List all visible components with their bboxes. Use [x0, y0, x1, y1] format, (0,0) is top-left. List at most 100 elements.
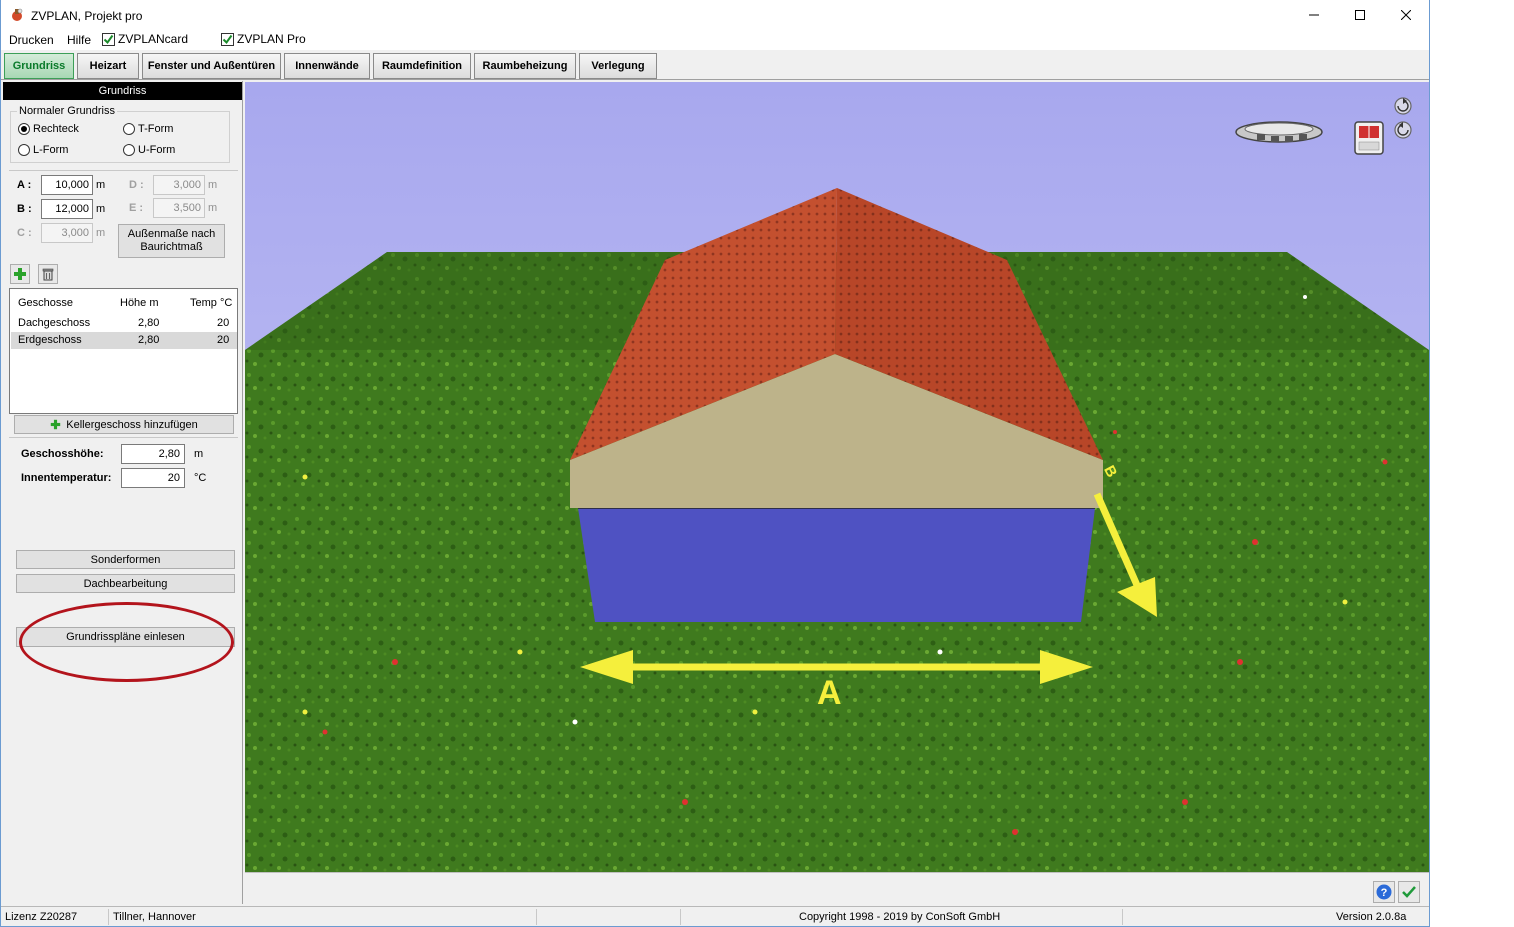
shape-rechteck[interactable]: Rechteck: [18, 123, 79, 135]
column-header-temp[interactable]: Temp °C: [190, 297, 232, 309]
add-basement-label: Kellergeschoss hinzufügen: [66, 418, 198, 431]
radio-u-form[interactable]: [123, 144, 135, 156]
radio-rechteck[interactable]: [18, 123, 30, 135]
shape-group: Normaler Grundriss Rechteck T-Form L-For…: [10, 105, 230, 163]
help-button[interactable]: ?: [1373, 881, 1395, 903]
floor-height: 2,80: [138, 317, 160, 329]
menu-drucken[interactable]: Drucken: [9, 33, 54, 47]
close-button[interactable]: [1383, 0, 1429, 30]
outer-dims-label-2: Baurichtmaß: [140, 241, 203, 253]
dimension-label-a: A: [817, 674, 842, 712]
tab-innenwaende[interactable]: Innenwände: [284, 53, 370, 79]
shape-l-form[interactable]: L-Form: [18, 144, 68, 156]
maximize-icon: [1355, 10, 1365, 20]
zvplancard-label: ZVPLANcard: [118, 32, 189, 46]
tab-grundriss[interactable]: Grundriss: [4, 53, 74, 79]
radio-t-form[interactable]: [123, 123, 135, 135]
rotate-ring-control[interactable]: [1235, 121, 1323, 143]
floor-height-label: Geschosshöhe:: [21, 448, 104, 460]
special-forms-button[interactable]: Sonderformen: [16, 550, 235, 569]
tab-raumdefinition[interactable]: Raumdefinition: [373, 53, 471, 79]
title-bar: ZVPLAN, Projekt pro: [1, 0, 1429, 30]
view-cube-control[interactable]: [1354, 121, 1384, 155]
dim-d-input: [153, 175, 205, 195]
ok-button[interactable]: [1398, 881, 1420, 903]
roof-edit-button[interactable]: Dachbearbeitung: [16, 574, 235, 593]
rotate-ccw-icon[interactable]: [1394, 121, 1412, 139]
divider: [9, 170, 238, 171]
status-separator: [680, 909, 681, 925]
zvplan-pro-label: ZVPLAN Pro: [237, 32, 306, 46]
zvplancard-toggle[interactable]: ZVPLANcard: [102, 32, 188, 46]
table-row[interactable]: Dachgeschoss 2,80 20: [11, 315, 237, 332]
help-icon: ?: [1376, 884, 1392, 900]
radio-l-form[interactable]: [18, 144, 30, 156]
panel-header: Grundriss: [3, 82, 242, 100]
dim-b-label: B :: [17, 203, 32, 215]
divider: [9, 437, 238, 438]
table-row[interactable]: Erdgeschoss 2,80 20: [11, 332, 237, 349]
add-basement-button[interactable]: Kellergeschoss hinzufügen: [14, 415, 234, 434]
shape-u-form[interactable]: U-Form: [123, 144, 175, 156]
plus-icon: [51, 419, 61, 430]
tab-heizart[interactable]: Heizart: [77, 53, 139, 79]
zvplancard-checkbox[interactable]: [102, 32, 115, 46]
floor-height-unit: m: [194, 448, 204, 460]
svg-text:?: ?: [1381, 887, 1388, 899]
outer-dims-button[interactable]: Außenmaße nach Baurichtmaß: [118, 224, 225, 258]
dim-d-unit: m: [208, 179, 218, 191]
bottom-strip: ?: [245, 872, 1429, 905]
tab-raumbeheizung[interactable]: Raumbeheizung: [474, 53, 576, 79]
delete-floor-button[interactable]: [38, 264, 58, 284]
trash-icon: [42, 268, 54, 281]
minimize-icon: [1309, 14, 1319, 16]
dim-b-input[interactable]: [41, 199, 93, 219]
3d-viewport[interactable]: A B: [245, 82, 1429, 872]
dim-c-unit: m: [96, 227, 106, 239]
dim-e-label: E :: [129, 202, 144, 214]
inner-temp-input[interactable]: [121, 468, 185, 488]
version-status: Version 2.0.8a: [1336, 911, 1407, 923]
status-separator: [108, 909, 109, 925]
dim-a-unit: m: [96, 179, 106, 191]
highlight-ellipse: [19, 602, 234, 682]
grundriss-panel: Grundriss Normaler Grundriss Rechteck T-…: [2, 81, 243, 904]
license-status: Lizenz Z20287: [5, 911, 78, 923]
maximize-button[interactable]: [1337, 0, 1383, 30]
dim-c-label: C :: [17, 227, 32, 239]
floor-temp: 20: [217, 317, 230, 329]
shape-rechteck-label: Rechteck: [33, 123, 79, 135]
plus-icon: [14, 268, 26, 280]
floor-name: Erdgeschoss: [18, 334, 82, 346]
app-window: ZVPLAN, Projekt pro Drucken Hilfe ZVPLAN…: [0, 0, 1430, 927]
dim-a-input[interactable]: [41, 175, 93, 195]
shape-group-label: Normaler Grundriss: [17, 105, 117, 117]
dim-b-unit: m: [96, 203, 106, 215]
add-floor-button[interactable]: [10, 264, 30, 284]
floor-height: 2,80: [138, 334, 160, 346]
window-title: ZVPLAN, Projekt pro: [31, 9, 143, 23]
floor-height-input[interactable]: [121, 444, 185, 464]
dim-d-label: D :: [129, 179, 144, 191]
menu-hilfe[interactable]: Hilfe: [67, 33, 91, 47]
zvplan-pro-checkbox[interactable]: [221, 32, 234, 46]
column-header-geschosse[interactable]: Geschosse: [18, 297, 73, 309]
zvplan-pro-toggle[interactable]: ZVPLAN Pro: [221, 32, 306, 46]
rotate-cw-icon[interactable]: [1394, 97, 1412, 115]
status-separator: [536, 909, 537, 925]
tab-bar: Grundriss Heizart Fenster und Außentüren…: [1, 51, 1429, 80]
floor-temp: 20: [217, 334, 230, 346]
shape-u-form-label: U-Form: [138, 144, 176, 156]
dim-a-label: A :: [17, 179, 32, 191]
dim-e-unit: m: [208, 202, 218, 214]
shape-t-form-label: T-Form: [138, 123, 174, 135]
outer-dims-label-1: Außenmaße nach: [127, 228, 216, 240]
tab-verlegung[interactable]: Verlegung: [579, 53, 657, 79]
shape-t-form[interactable]: T-Form: [123, 123, 173, 135]
app-logo-icon: [12, 8, 23, 21]
column-header-hoehe[interactable]: Höhe m: [120, 297, 159, 309]
minimize-button[interactable]: [1291, 0, 1337, 30]
tab-fenster-aussentueren[interactable]: Fenster und Außentüren: [142, 53, 281, 79]
copyright-status: Copyright 1998 - 2019 by ConSoft GmbH: [799, 911, 1001, 923]
inner-temp-label: Innentemperatur:: [21, 472, 112, 484]
